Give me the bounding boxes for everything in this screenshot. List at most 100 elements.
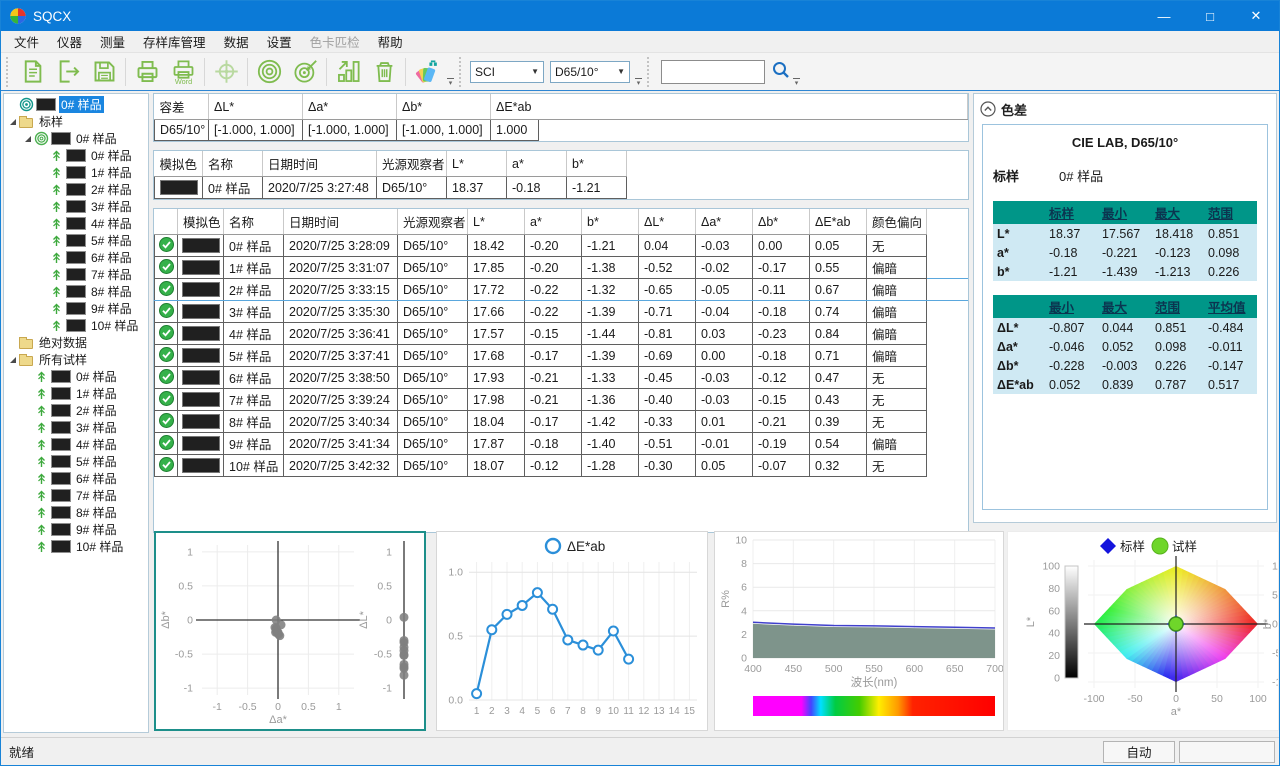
- toolbar-chart-button[interactable]: [330, 55, 366, 89]
- results-col-header: ΔE*ab: [810, 209, 867, 235]
- tree-item[interactable]: 所有试样: [4, 351, 148, 368]
- tree-expander-icon[interactable]: [10, 357, 16, 363]
- reflectance-chart: 0246810400450500550600650700波长(nm)R%: [715, 532, 1003, 728]
- tree-item[interactable]: 绝对数据: [4, 334, 148, 351]
- tree-item[interactable]: 3# 样品: [4, 419, 148, 436]
- tree-item-label: 2# 样品: [74, 402, 119, 419]
- tree-item[interactable]: 8# 样品: [4, 504, 148, 521]
- tree-item[interactable]: 2# 样品: [4, 402, 148, 419]
- menu-测量[interactable]: 测量: [91, 30, 134, 53]
- toolbar-overflow-icon[interactable]: ▾: [635, 78, 642, 87]
- tree-item[interactable]: 3# 样品: [4, 198, 148, 215]
- check-icon: [159, 391, 174, 406]
- toolbar-delete-button[interactable]: [366, 55, 402, 89]
- svg-text:4: 4: [519, 706, 525, 717]
- tree-item[interactable]: 7# 样品: [4, 487, 148, 504]
- tolerance-col-header: ΔL*: [209, 94, 303, 120]
- tree-item[interactable]: 0# 样品: [4, 130, 148, 147]
- calibrate-icon: [256, 58, 283, 85]
- toolbar-new-document-button[interactable]: [14, 55, 50, 89]
- toolbar-measure-target-button[interactable]: [287, 55, 323, 89]
- results-row[interactable]: 9# 样品2020/7/25 3:41:34D65/10°17.87-0.18-…: [155, 433, 969, 455]
- svg-text:-1: -1: [383, 683, 392, 695]
- sci-select[interactable]: SCI▼: [470, 61, 544, 83]
- tree-item[interactable]: 6# 样品: [4, 249, 148, 266]
- tree-item[interactable]: 1# 样品: [4, 164, 148, 181]
- results-col-header: 模拟色: [178, 209, 224, 235]
- svg-text:ΔE*ab: ΔE*ab: [567, 539, 605, 554]
- tree-item-label: 4# 样品: [74, 436, 119, 453]
- cielab-title: CIE LAB, D65/10°: [993, 135, 1257, 150]
- tree-item[interactable]: 0# 样品: [4, 368, 148, 385]
- svg-text:0.5: 0.5: [301, 701, 316, 713]
- scatter-chart-card[interactable]: -1-1-0.5-0.5000.50.511Δa*Δb*-1-0.500.51Δ…: [154, 531, 426, 731]
- toolbar-print-button[interactable]: [129, 55, 165, 89]
- search-icon[interactable]: [771, 60, 791, 80]
- tree-item[interactable]: 1# 样品: [4, 385, 148, 402]
- menu-设置[interactable]: 设置: [258, 30, 301, 53]
- tolerance-value: D65/10°: [155, 120, 209, 141]
- results-row[interactable]: 2# 样品2020/7/25 3:33:15D65/10°17.72-0.22-…: [155, 279, 969, 301]
- results-row[interactable]: 4# 样品2020/7/25 3:36:41D65/10°17.57-0.15-…: [155, 323, 969, 345]
- delta-e-trend-chart-card[interactable]: ΔE*ab0.00.51.0123456789101112131415: [436, 531, 708, 731]
- menu-文件[interactable]: 文件: [5, 30, 48, 53]
- tree-item-label: 3# 样品: [89, 198, 134, 215]
- results-row[interactable]: 0# 样品2020/7/25 3:28:09D65/10°18.42-0.20-…: [155, 235, 969, 257]
- tree-item[interactable]: 6# 样品: [4, 470, 148, 487]
- menu-色卡匹检: 色卡匹检: [301, 30, 369, 53]
- results-row[interactable]: 10# 样品2020/7/25 3:42:32D65/10°18.07-0.12…: [155, 455, 969, 477]
- toolbar-target-crosshair-button[interactable]: [208, 55, 244, 89]
- toolbar-overflow-icon[interactable]: ▾: [793, 78, 800, 87]
- menu-数据[interactable]: 数据: [215, 30, 258, 53]
- results-row[interactable]: 7# 样品2020/7/25 3:39:24D65/10°17.98-0.21-…: [155, 389, 969, 411]
- tree-item-label: 0# 样品: [74, 130, 119, 147]
- toolbar-print-word-button[interactable]: Word: [165, 55, 201, 89]
- color-swatch: [182, 326, 220, 341]
- tree-item[interactable]: 4# 样品: [4, 215, 148, 232]
- app-icon: [9, 7, 27, 25]
- tree-item[interactable]: 9# 样品: [4, 300, 148, 317]
- lab-gamut-chart-card[interactable]: 标样试样100806040200L*100500-50-100-100-5005…: [1007, 531, 1279, 731]
- color-swatch: [182, 304, 220, 319]
- results-row[interactable]: 8# 样品2020/7/25 3:40:34D65/10°18.04-0.17-…: [155, 411, 969, 433]
- toolbar-export-button[interactable]: [50, 55, 86, 89]
- toolbar: Word ▾ SCI▼ D65/10°▼ ▾ ▾: [1, 53, 1279, 91]
- svg-text:700: 700: [986, 663, 1003, 675]
- tree-item[interactable]: 5# 样品: [4, 453, 148, 470]
- collapse-icon[interactable]: [980, 101, 996, 117]
- results-col-header: b*: [582, 209, 639, 235]
- auto-button[interactable]: 自动: [1103, 741, 1175, 763]
- tree-item[interactable]: 5# 样品: [4, 232, 148, 249]
- toolbar-overflow-icon[interactable]: ▾: [447, 78, 454, 87]
- toolbar-save-button[interactable]: [86, 55, 122, 89]
- results-row[interactable]: 5# 样品2020/7/25 3:37:41D65/10°17.68-0.17-…: [155, 345, 969, 367]
- reflectance-chart-card[interactable]: 0246810400450500550600650700波长(nm)R%: [714, 531, 1004, 731]
- tree-expander-icon[interactable]: [10, 119, 16, 125]
- standard-target-icon: [34, 131, 49, 146]
- maximize-button[interactable]: □: [1187, 1, 1233, 31]
- tree-item[interactable]: 0# 样品: [4, 147, 148, 164]
- results-row[interactable]: 6# 样品2020/7/25 3:38:50D65/10°17.93-0.21-…: [155, 367, 969, 389]
- toolbar-color-card-match-button[interactable]: [409, 55, 445, 89]
- toolbar-calibrate-button[interactable]: [251, 55, 287, 89]
- menu-存样库管理[interactable]: 存样库管理: [134, 30, 215, 53]
- tree-item[interactable]: 8# 样品: [4, 283, 148, 300]
- results-row[interactable]: 1# 样品2020/7/25 3:31:07D65/10°17.85-0.20-…: [155, 257, 969, 279]
- menu-仪器[interactable]: 仪器: [48, 30, 91, 53]
- illuminant-select[interactable]: D65/10°▼: [550, 61, 630, 83]
- color-swatch: [66, 319, 86, 332]
- tree-item[interactable]: 7# 样品: [4, 266, 148, 283]
- color-swatch: [51, 455, 71, 468]
- tree-item[interactable]: 10# 样品: [4, 317, 148, 334]
- tree-item[interactable]: 0# 样品: [4, 96, 148, 113]
- minimize-button[interactable]: —: [1141, 1, 1187, 31]
- close-button[interactable]: ✕: [1233, 1, 1279, 31]
- tree-expander-icon[interactable]: [25, 136, 31, 142]
- tree-item[interactable]: 标样: [4, 113, 148, 130]
- results-row[interactable]: 3# 样品2020/7/25 3:35:30D65/10°17.66-0.22-…: [155, 301, 969, 323]
- standard-col-header: 名称: [203, 151, 263, 177]
- tree-item[interactable]: 2# 样品: [4, 181, 148, 198]
- tree-item[interactable]: 4# 样品: [4, 436, 148, 453]
- menu-帮助[interactable]: 帮助: [369, 30, 412, 53]
- search-input[interactable]: [661, 60, 765, 84]
